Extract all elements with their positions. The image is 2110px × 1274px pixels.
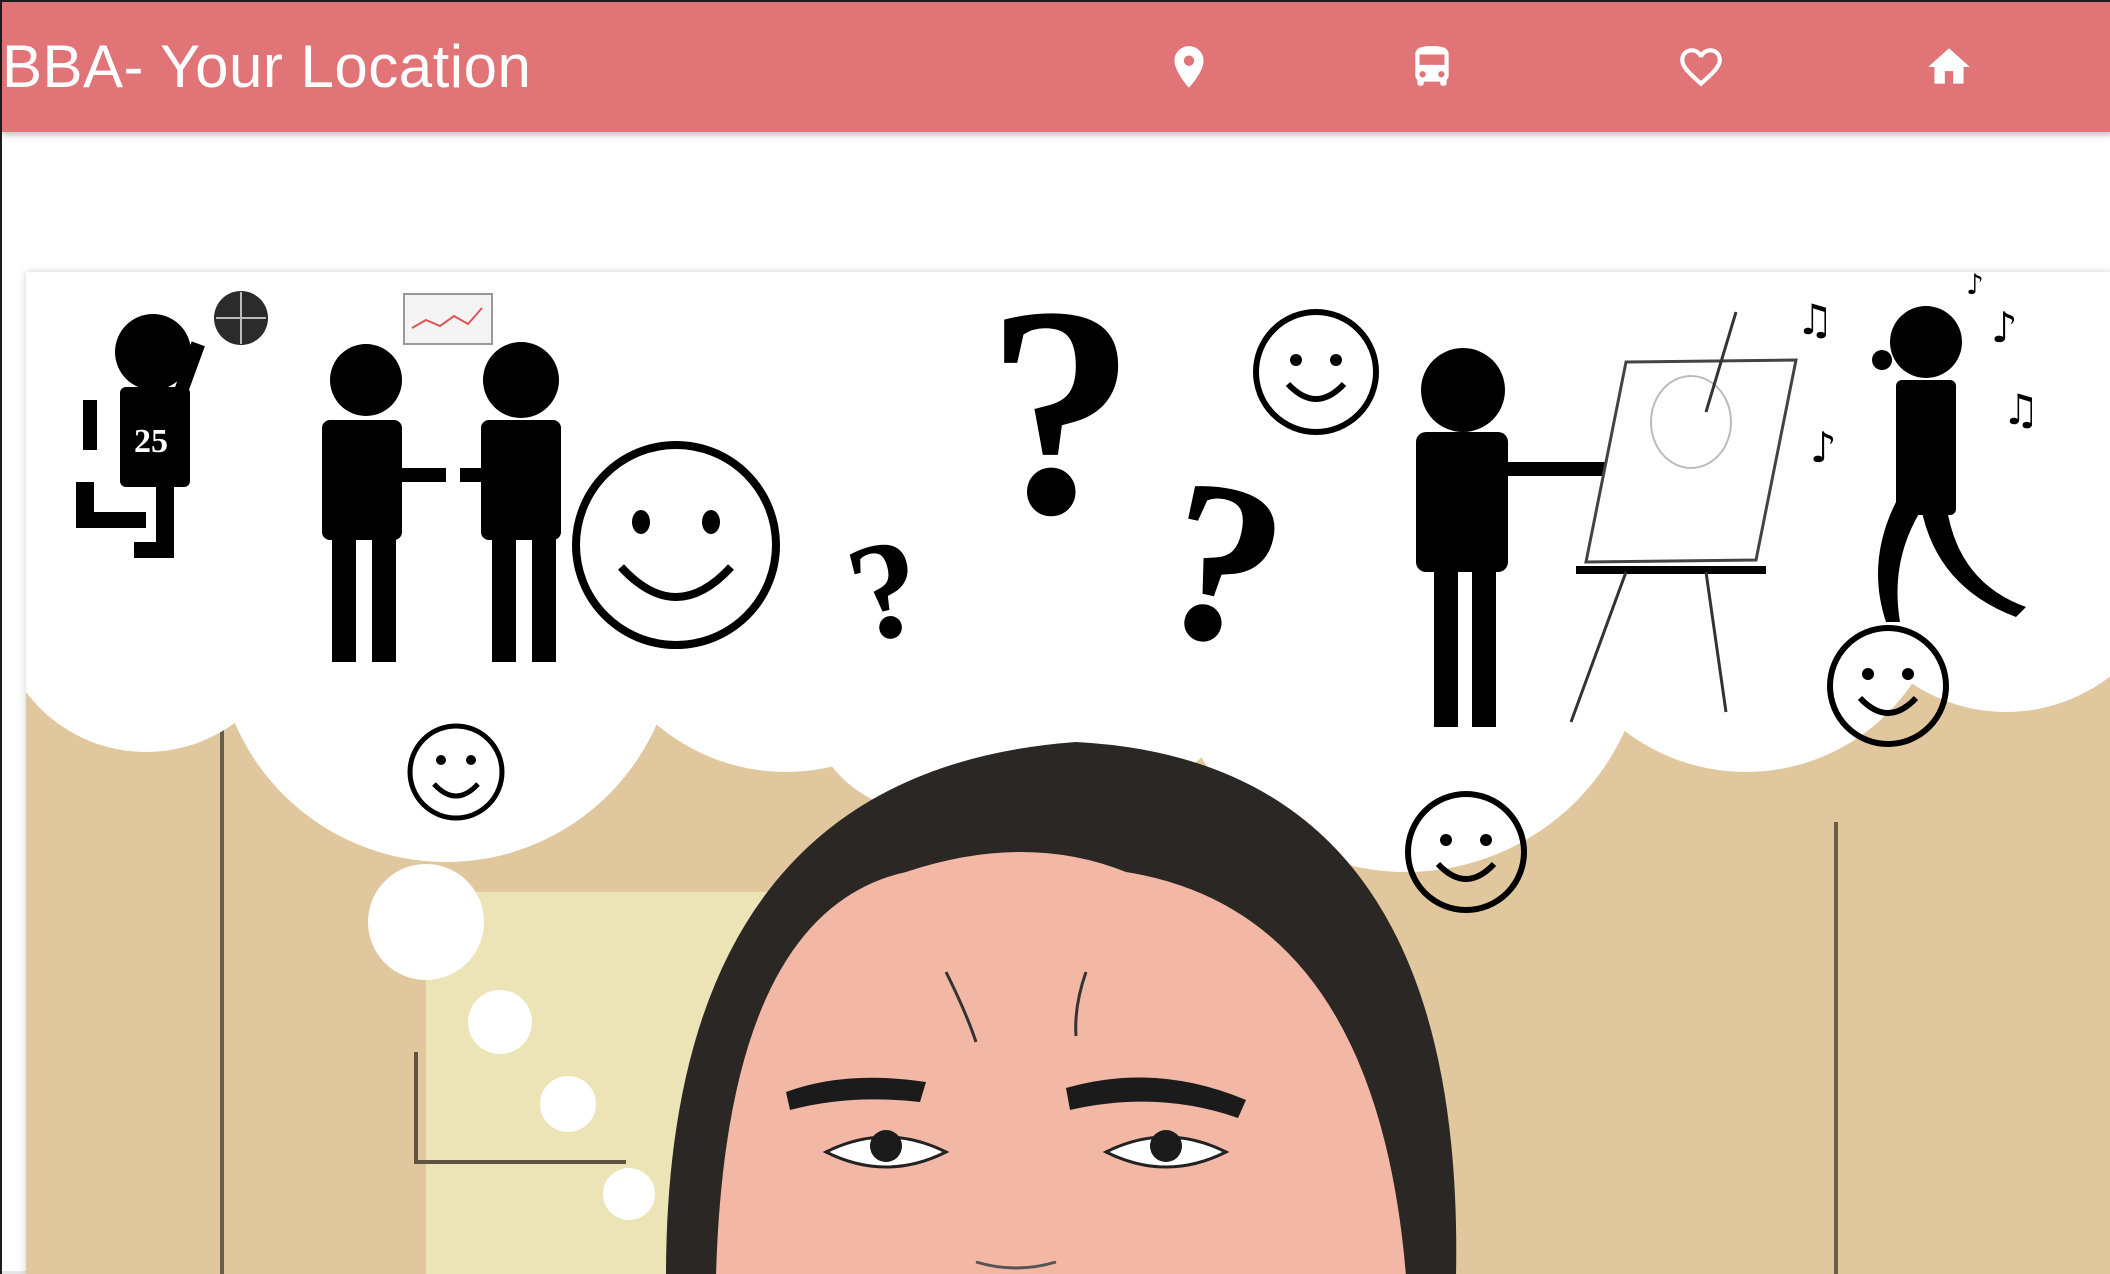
svg-text:♫: ♫ — [2002, 385, 2040, 434]
home-icon[interactable] — [1924, 42, 1974, 92]
svg-text:♫: ♫ — [1796, 295, 1834, 344]
svg-text:♪: ♪ — [1966, 272, 1984, 301]
app-window: BBA- Your Location 25 ? ? ? ♫ ♪ ♫ ♪ ♪ — [0, 0, 2110, 1274]
hero-image: 25 ? ? ? ♫ ♪ ♫ ♪ ♪ — [26, 272, 2110, 1274]
app-bar: BBA- Your Location — [2, 2, 2110, 132]
svg-text:♪: ♪ — [1991, 303, 2018, 352]
jersey-number: 25 — [134, 423, 168, 460]
thinking-man-illustration: 25 ? ? ? ♫ ♪ ♫ ♪ ♪ — [26, 272, 2110, 1274]
svg-text:?: ? — [986, 272, 1136, 577]
svg-text:♪: ♪ — [1810, 423, 1837, 472]
bus-icon[interactable] — [1407, 42, 1457, 92]
app-title: BBA- Your Location — [2, 33, 532, 100]
location-pin-icon[interactable] — [1164, 42, 1214, 92]
heart-icon[interactable] — [1676, 42, 1726, 92]
